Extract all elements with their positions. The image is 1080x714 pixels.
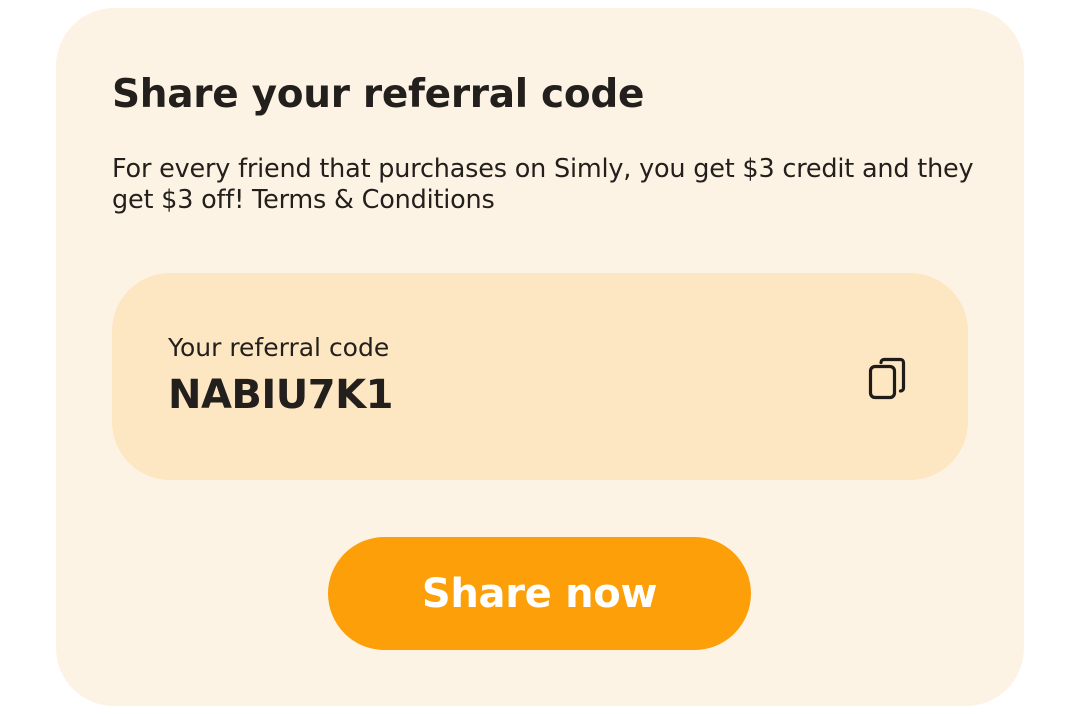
copy-code-button[interactable] bbox=[864, 353, 912, 401]
referral-description-text: For every friend that purchases on Simly… bbox=[112, 154, 974, 215]
terms-conditions-link[interactable]: Terms & Conditions bbox=[252, 185, 495, 215]
referral-card: Share your referral code For every frien… bbox=[56, 8, 1024, 706]
referral-code-box: Your referral code NABIU7K1 bbox=[112, 273, 968, 480]
referral-code-value: NABIU7K1 bbox=[168, 372, 393, 418]
share-now-button[interactable]: Share now bbox=[328, 537, 751, 650]
copy-icon bbox=[868, 357, 906, 400]
referral-title: Share your referral code bbox=[112, 72, 645, 117]
referral-description: For every friend that purchases on Simly… bbox=[112, 154, 992, 216]
referral-code-label: Your referral code bbox=[168, 333, 390, 362]
